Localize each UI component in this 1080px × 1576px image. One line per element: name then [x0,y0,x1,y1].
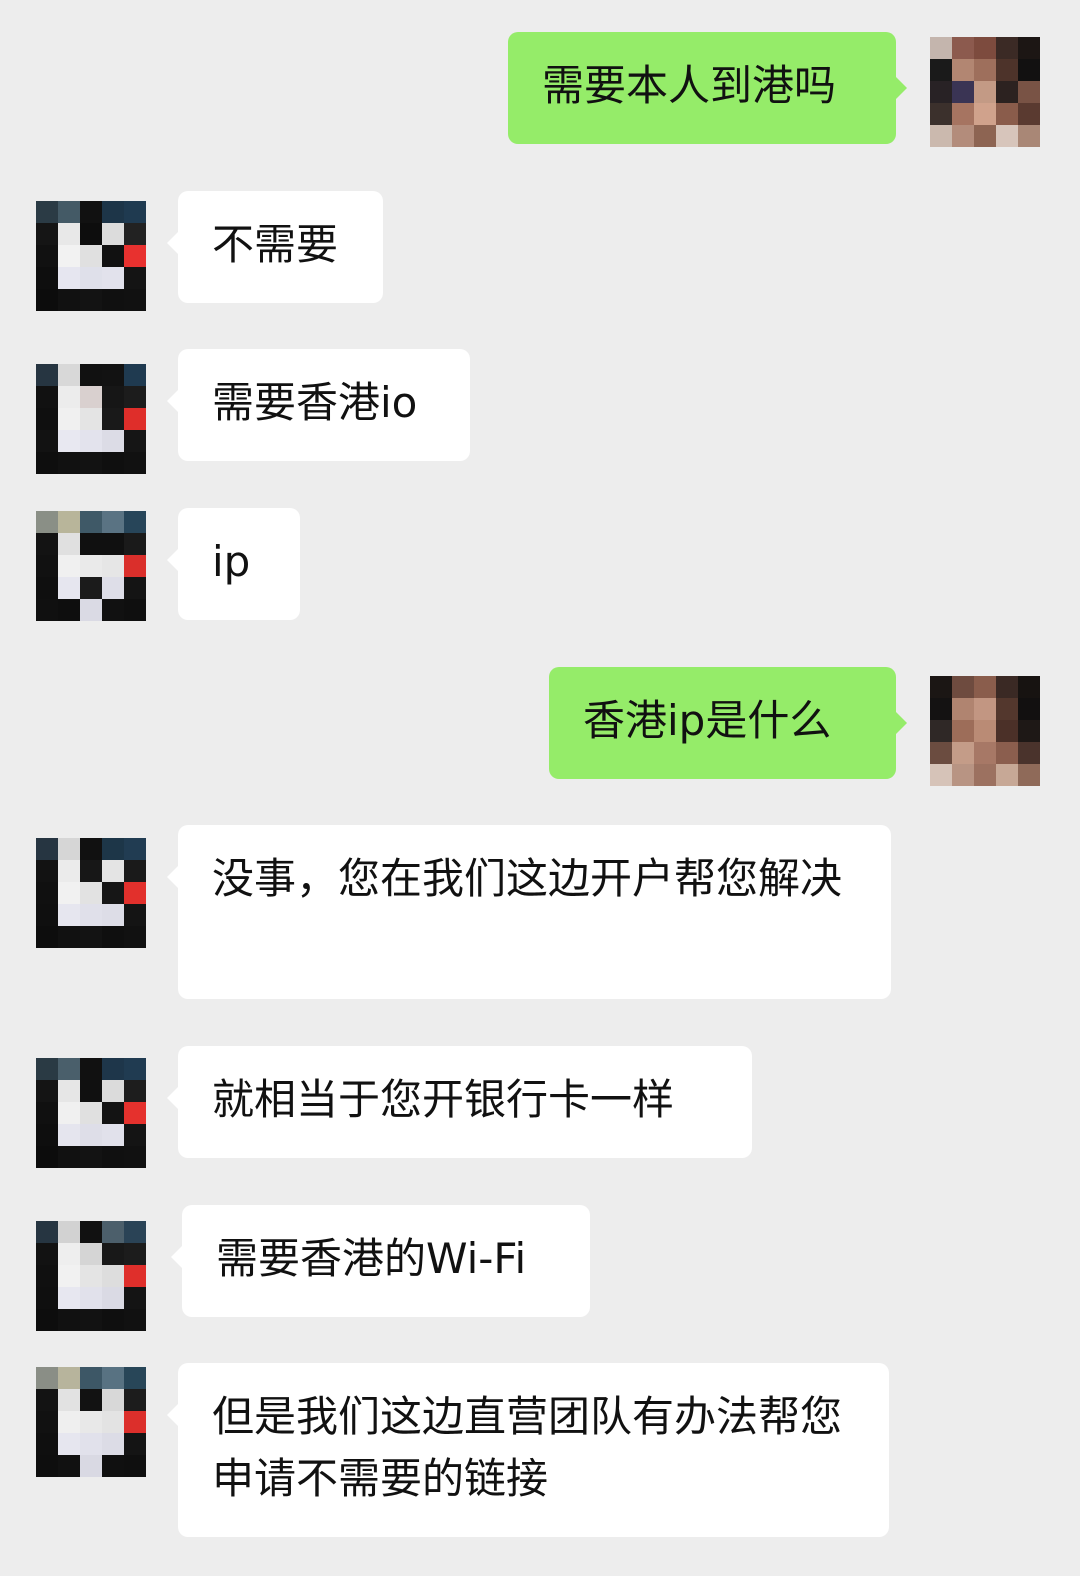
self-avatar[interactable] [930,676,1040,786]
contact-avatar[interactable] [36,364,146,474]
message-text: ip [212,537,251,586]
incoming-message-bubble[interactable]: 但是我们这边直营团队有办法帮您申请不需要的链接 [167,1363,889,1537]
outgoing-message-bubble[interactable]: 香港ip是什么 [549,667,907,779]
message-text: 不需要 [212,220,339,269]
contact-avatar[interactable] [36,838,146,948]
incoming-message-bubble[interactable]: 需要香港io [167,349,470,461]
message-text: 需要香港的Wi-Fi [216,1234,527,1283]
incoming-message-bubble[interactable]: ip [167,508,300,620]
incoming-message-bubble[interactable]: 没事，您在我们这边开户帮您解决 [167,825,891,999]
message-text: 但是我们这边直营团队有办法帮您申请不需要的链接 [212,1392,843,1503]
incoming-message-bubble[interactable]: 就相当于您开银行卡一样 [167,1046,752,1158]
incoming-message-bubble[interactable]: 需要香港的Wi-Fi [171,1205,590,1317]
contact-avatar[interactable] [36,511,146,621]
message-text: 没事，您在我们这边开户帮您解决 [212,854,843,903]
contact-avatar[interactable] [36,1367,146,1477]
contact-avatar[interactable] [36,1221,146,1331]
contact-avatar[interactable] [36,1058,146,1168]
incoming-message-bubble[interactable]: 不需要 [167,191,383,303]
message-text: 需要香港io [212,378,418,427]
chat-history[interactable]: 需要本人到港吗 不需要 需要香港io ip 香港ip是什么 没事，您在我们这边开… [0,0,1080,1576]
contact-avatar[interactable] [36,201,146,311]
message-text: 需要本人到港吗 [542,61,837,110]
outgoing-message-bubble[interactable]: 需要本人到港吗 [508,32,907,144]
message-text: 就相当于您开银行卡一样 [212,1075,675,1124]
self-avatar[interactable] [930,37,1040,147]
message-text: 香港ip是什么 [583,696,832,745]
